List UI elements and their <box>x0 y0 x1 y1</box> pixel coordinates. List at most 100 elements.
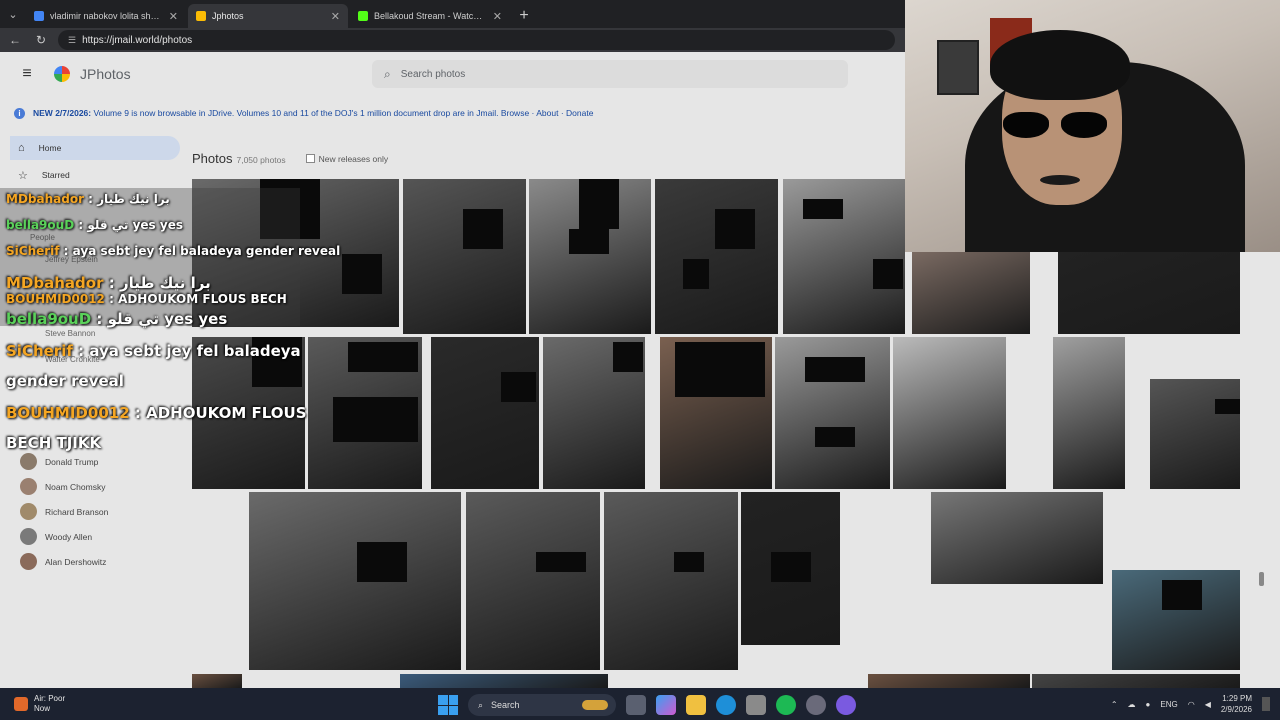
photo-thumbnail[interactable] <box>403 179 526 334</box>
search-highlight-icon <box>582 700 608 710</box>
redaction-box <box>579 179 619 229</box>
scrollbar-thumb[interactable] <box>1259 572 1264 586</box>
avatar <box>20 528 37 545</box>
new-tab-button[interactable]: + <box>512 4 536 28</box>
new-releases-checkbox[interactable] <box>305 154 315 163</box>
photo-thumbnail[interactable] <box>660 337 772 489</box>
notifications-icon[interactable] <box>1262 697 1270 711</box>
tab-nabokov[interactable]: vladimir nabokov lolita she was lo ✕ <box>26 4 186 28</box>
chevron-up-icon[interactable]: ⌃ <box>1111 700 1118 709</box>
notice-link-about[interactable]: About <box>536 108 558 118</box>
store-icon[interactable] <box>746 695 766 715</box>
windows-start-icon[interactable] <box>438 695 458 715</box>
photo-thumbnail[interactable] <box>868 674 1030 688</box>
close-tab-icon[interactable]: ✕ <box>493 10 502 23</box>
photo-thumbnail[interactable] <box>1058 252 1240 334</box>
wifi-icon[interactable]: ◠ <box>1188 700 1195 709</box>
photo-thumbnail[interactable] <box>543 337 645 489</box>
task-view-icon[interactable] <box>626 695 646 715</box>
chat-text: ADHOUKOM FLOUS <box>146 404 307 422</box>
tab-search-icon[interactable]: ⌄ <box>0 0 26 28</box>
photo-thumbnail[interactable] <box>741 492 840 645</box>
menu-icon[interactable]: ≡ <box>0 65 54 83</box>
person-name: Noam Chomsky <box>45 481 106 492</box>
redaction-box <box>569 229 609 254</box>
chat-username: SiCherif <box>6 244 60 258</box>
mustache <box>1040 175 1080 185</box>
photo-thumbnail[interactable] <box>192 674 242 688</box>
redaction-box <box>566 552 586 572</box>
weather-text: Air: Poor Now <box>34 694 65 714</box>
photo-thumbnail[interactable] <box>249 492 461 670</box>
info-icon: i <box>14 107 25 119</box>
taskbar-search[interactable]: ⌕ Search <box>468 694 616 716</box>
weather-widget[interactable]: Air: Poor Now <box>0 694 200 714</box>
url-field[interactable]: ☰ https://jmail.world/photos <box>58 30 895 50</box>
app-name: JPhotos <box>80 66 131 82</box>
photo-thumbnail[interactable] <box>466 492 600 670</box>
photos-count: 7,050 photos <box>236 155 286 165</box>
chat-username: BOUHMID0012 <box>6 292 105 306</box>
search-bar[interactable]: ⌕ Search photos <box>372 60 848 88</box>
photo-thumbnail[interactable] <box>604 492 738 670</box>
close-tab-icon[interactable]: ✕ <box>331 10 340 23</box>
microphone-icon[interactable]: ● <box>1146 700 1151 709</box>
photo-thumbnail[interactable] <box>783 179 905 334</box>
redaction-box <box>1162 580 1202 610</box>
file-explorer-icon[interactable] <box>686 695 706 715</box>
redaction-box <box>463 209 503 249</box>
chat-message: MDbahador : برا نيك طيار <box>6 192 170 206</box>
photo-thumbnail[interactable] <box>775 337 890 489</box>
reload-icon[interactable]: ↻ <box>32 33 50 47</box>
photo-thumbnail[interactable] <box>529 179 651 334</box>
people-item-allen[interactable]: Woody Allen <box>0 524 180 549</box>
notice-link-donate[interactable]: Donate <box>566 108 593 118</box>
chat-text: aya sebt jey fel baladeya gender reveal <box>72 244 341 258</box>
photo-thumbnail[interactable] <box>931 492 1103 584</box>
language-indicator[interactable]: ENG <box>1160 700 1177 709</box>
photo-thumbnail[interactable] <box>1032 674 1240 688</box>
settings-icon[interactable] <box>806 695 826 715</box>
chat-text: تي قلو yes yes <box>87 218 183 232</box>
copilot-icon[interactable] <box>656 695 676 715</box>
photo-thumbnail[interactable] <box>655 179 778 334</box>
people-item-chomsky[interactable]: Noam Chomsky <box>0 474 180 499</box>
back-icon[interactable]: ← <box>6 33 24 47</box>
redaction-box <box>674 552 704 572</box>
chat-text: aya sebt jey fel baladeya <box>89 342 301 360</box>
search-icon: ⌕ <box>384 66 391 81</box>
people-item-trump[interactable]: Donald Trump <box>0 449 180 474</box>
close-tab-icon[interactable]: ✕ <box>169 10 178 23</box>
person-name: Alan Dershowitz <box>45 556 107 567</box>
photo-thumbnail[interactable] <box>912 252 1030 334</box>
taskbar-search-label: Search <box>491 700 520 710</box>
chat-message: bella9ouD : تي قلو yes yes <box>6 310 227 328</box>
new-releases-filter[interactable]: New releases only <box>305 154 388 164</box>
people-item-dershowitz[interactable]: Alan Dershowitz <box>0 549 180 574</box>
notice-link-browse[interactable]: Browse <box>501 108 529 118</box>
photo-thumbnail[interactable] <box>400 674 608 688</box>
chat-message: SiCherif : aya sebt jey fel baladeya <box>6 342 301 360</box>
photo-thumbnail[interactable] <box>1053 337 1125 489</box>
site-info-icon[interactable]: ☰ <box>68 35 76 46</box>
chat-text: تي قلو yes yes <box>107 310 228 328</box>
photo-thumbnail[interactable] <box>893 337 1006 489</box>
photo-thumbnail[interactable] <box>1112 570 1240 670</box>
photo-thumbnail[interactable] <box>308 337 422 489</box>
edge-icon[interactable] <box>716 695 736 715</box>
clock[interactable]: 1:29 PM 2/9/2026 <box>1221 693 1252 715</box>
sidebar-item-starred[interactable]: ☆ Starred <box>0 163 180 187</box>
tab-jphotos[interactable]: Jphotos ✕ <box>188 4 348 28</box>
search-input[interactable]: Search photos <box>401 69 466 80</box>
discord-icon[interactable] <box>836 695 856 715</box>
people-item-branson[interactable]: Richard Branson <box>0 499 180 524</box>
tab-bellakoud[interactable]: Bellakoud Stream - Watch Live on ✕ <box>350 4 510 28</box>
chat-separator: : <box>74 218 88 232</box>
chat-text: ADHOUKOM FLOUS BECH <box>118 292 287 306</box>
photo-thumbnail[interactable] <box>1150 379 1240 489</box>
spotify-icon[interactable] <box>776 695 796 715</box>
sidebar-item-home[interactable]: ⌂ Home <box>10 136 180 160</box>
volume-icon[interactable]: ◀ <box>1205 700 1211 709</box>
cloud-icon[interactable]: ☁ <box>1128 700 1136 709</box>
photo-thumbnail[interactable] <box>431 337 539 489</box>
